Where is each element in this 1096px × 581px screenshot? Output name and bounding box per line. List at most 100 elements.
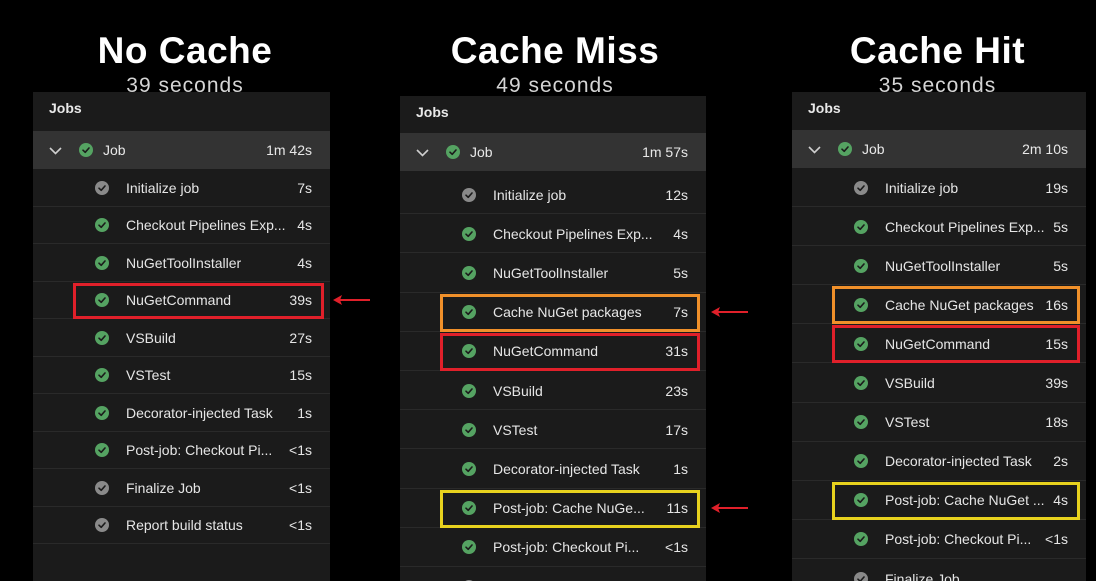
column-title: Cache Miss: [450, 30, 660, 71]
check-circle-icon: [462, 383, 476, 398]
task-name: Cache NuGet packages: [885, 296, 1034, 313]
task-row[interactable]: VSBuild 23s: [400, 371, 706, 411]
task-row[interactable]: Report build status <1s: [33, 507, 330, 544]
task-name: VSTest: [885, 414, 930, 431]
task-name: Initialize job: [493, 186, 567, 203]
task-row[interactable]: Finalize Job: [792, 559, 1086, 581]
task-duration: 12s: [665, 186, 688, 203]
task-name: Report build status: [126, 517, 243, 534]
task-name: Finalize Job: [885, 570, 960, 581]
check-circle-icon: [462, 501, 476, 516]
task-duration: 19s: [1045, 179, 1068, 196]
task-row[interactable]: VSTest 17s: [400, 410, 706, 450]
check-circle-icon: [95, 255, 109, 270]
task-duration: 7s: [297, 179, 312, 196]
check-circle-icon: [462, 344, 476, 359]
task-row[interactable]: Initialize job 7s: [33, 169, 330, 207]
task-row[interactable]: NuGetToolInstaller 5s: [792, 246, 1086, 286]
jobs-label: Jobs: [416, 104, 449, 120]
job-duration: 2m 10s: [1022, 141, 1068, 157]
check-circle-icon: [462, 422, 476, 437]
job-row[interactable]: Job 2m 10s: [792, 130, 1086, 168]
task-duration: 15s: [289, 367, 312, 384]
task-name: VSBuild: [493, 382, 543, 399]
task-row[interactable]: Decorator-injected Task 2s: [792, 442, 1086, 481]
task-row[interactable]: Cache NuGet packages 16s: [792, 285, 1086, 325]
chevron-down-icon[interactable]: [416, 144, 434, 160]
task-duration: 4s: [1053, 492, 1068, 509]
job-name: Job: [470, 144, 493, 160]
red-arrow-icon: [333, 295, 370, 306]
task-row[interactable]: Cache NuGet packages 7s: [400, 293, 706, 332]
task-row[interactable]: Initialize job 12s: [400, 175, 706, 215]
task-row[interactable]: VSBuild 39s: [792, 364, 1086, 403]
check-circle-icon: [854, 376, 868, 391]
check-circle-icon: [79, 143, 93, 157]
task-row[interactable]: Post-job: Checkout Pi... <1s: [792, 520, 1086, 559]
task-name: VSBuild: [126, 329, 176, 346]
check-circle-icon: [854, 297, 868, 312]
task-name: Initialize job: [885, 179, 959, 196]
task-duration: 4s: [673, 225, 688, 242]
task-row[interactable]: Initialize job 19s: [792, 168, 1086, 208]
jobs-label: Jobs: [49, 100, 82, 116]
task-row[interactable]: Checkout Pipelines Exp... 4s: [33, 207, 330, 244]
task-duration: 5s: [1053, 218, 1068, 235]
check-circle-gray-icon: [462, 187, 476, 202]
task-duration: 2s: [1053, 453, 1068, 470]
cache-hit-jobs-panel: Jobs Job 2m 10s Initialize job 19s Check…: [792, 92, 1086, 581]
task-row[interactable]: VSTest 15s: [33, 357, 330, 394]
task-name: NuGetCommand: [493, 343, 599, 360]
task-row[interactable]: Finalize Job <1s: [33, 469, 330, 507]
task-row[interactable]: Decorator-injected Task 1s: [400, 449, 706, 489]
task-row[interactable]: Post-job: Cache NuGe... 11s: [400, 489, 706, 528]
task-name: Checkout Pipelines Exp...: [126, 217, 286, 234]
task-name: Decorator-injected Task: [126, 404, 273, 421]
task-duration: <1s: [665, 539, 688, 556]
task-row[interactable]: NuGetToolInstaller 4s: [33, 244, 330, 282]
task-row[interactable]: Post-job: Cache NuGet ... 4s: [792, 481, 1086, 520]
cache-miss-jobs-panel: Jobs Job 1m 57s Initialize job 12s Check…: [400, 96, 706, 581]
check-circle-icon: [854, 336, 868, 351]
check-circle-gray-icon: [95, 480, 109, 495]
job-name: Job: [862, 141, 885, 157]
task-row[interactable]: VSTest 18s: [792, 403, 1086, 442]
task-name: VSTest: [493, 421, 538, 438]
task-row[interactable]: Decorator-injected Task 1s: [33, 394, 330, 432]
check-circle-icon: [854, 532, 868, 547]
check-circle-icon: [462, 265, 476, 280]
task-row[interactable]: NuGetCommand 39s: [33, 282, 330, 319]
task-row[interactable]: Post-job: Checkout Pi... <1s: [400, 528, 706, 567]
chevron-down-icon[interactable]: [49, 142, 67, 158]
task-duration: 4s: [297, 254, 312, 271]
job-row[interactable]: Job 1m 57s: [400, 133, 706, 171]
task-row[interactable]: NuGetToolInstaller 5s: [400, 253, 706, 293]
red-arrow-icon: [711, 307, 748, 318]
task-row[interactable]: NuGetCommand 31s: [400, 332, 706, 371]
task-row[interactable]: VSBuild 27s: [33, 319, 330, 357]
check-circle-gray-icon: [95, 518, 109, 533]
job-name: Job: [103, 142, 126, 158]
task-duration: <1s: [289, 479, 312, 496]
job-row[interactable]: Job 1m 42s: [33, 131, 330, 169]
task-duration: 39s: [289, 292, 312, 309]
task-duration: 17s: [665, 421, 688, 438]
task-name: Post-job: Cache NuGet ...: [885, 492, 1045, 509]
check-circle-icon: [95, 293, 109, 308]
task-name: Decorator-injected Task: [885, 453, 1032, 470]
task-row[interactable]: Finalize Job: [400, 567, 706, 581]
task-duration: 16s: [1045, 296, 1068, 313]
task-name: Decorator-injected Task: [493, 460, 640, 477]
column-title: Cache Hit: [849, 30, 1026, 71]
task-name: NuGetToolInstaller: [493, 264, 609, 281]
check-circle-icon: [854, 258, 868, 273]
no-cache-heading: No Cache 39 seconds: [35, 30, 335, 98]
check-circle-icon: [854, 415, 868, 430]
task-duration: <1s: [289, 442, 312, 459]
task-row[interactable]: Checkout Pipelines Exp... 4s: [400, 214, 706, 254]
job-duration: 1m 42s: [266, 142, 312, 158]
task-row[interactable]: Checkout Pipelines Exp... 5s: [792, 207, 1086, 247]
task-row[interactable]: Post-job: Checkout Pi... <1s: [33, 432, 330, 469]
chevron-down-icon[interactable]: [808, 141, 826, 157]
task-row[interactable]: NuGetCommand 15s: [792, 324, 1086, 364]
